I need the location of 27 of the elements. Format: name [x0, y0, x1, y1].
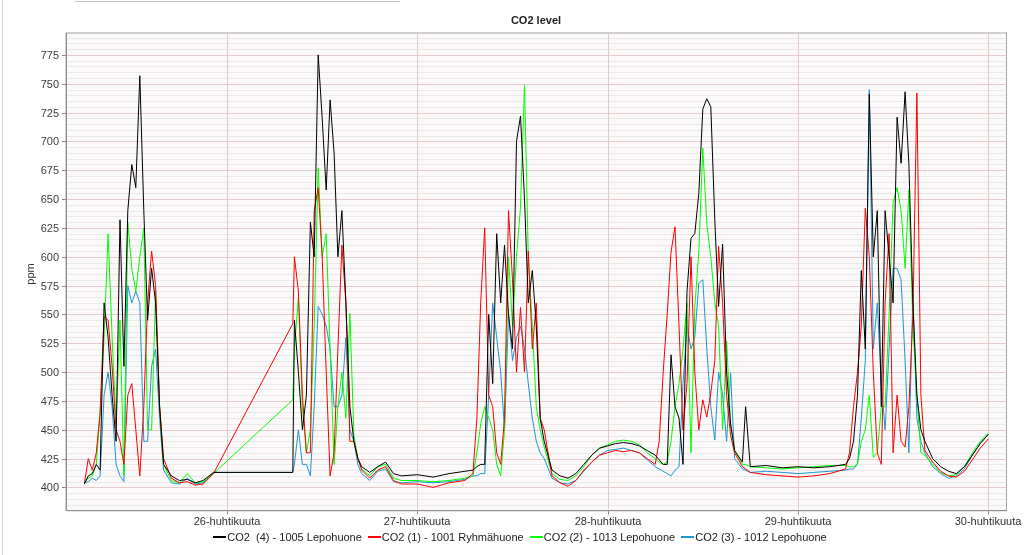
legend-label: CO2 (4) - 1005 Lepohuone [227, 530, 362, 544]
x-tick-label: 26-huhtikuuta [193, 514, 261, 526]
y-tick-label: 725 [40, 107, 59, 119]
y-tick-label: 650 [40, 193, 59, 205]
y-tick-label: 575 [40, 280, 59, 292]
y-tick-label: 550 [40, 308, 59, 320]
legend-label: CO2 (1) - 1001 Ryhmähuone [381, 530, 524, 544]
y-tick-label: 750 [40, 78, 59, 90]
y-tick-label: 675 [40, 164, 59, 176]
y-tick-label: 600 [40, 251, 59, 263]
x-tick-label: 29-huhtikuuta [764, 514, 832, 526]
y-tick-label: 425 [40, 453, 59, 465]
y-tick-label: 475 [40, 395, 59, 407]
y-tick-label: 400 [40, 481, 59, 493]
x-tick-label: 30-huhtikuuta [954, 514, 1022, 526]
y-tick-label: 500 [40, 366, 59, 378]
y-tick-label: 525 [40, 337, 59, 349]
legend-label: CO2 (3) - 1012 Lepohuone [695, 530, 827, 544]
legend-label: CO2 (2) - 1013 Lepohuone [543, 530, 676, 544]
x-tick-label: 28-huhtikuuta [574, 514, 642, 526]
chart-title: CO2 level [510, 13, 562, 27]
y-tick-label: 700 [40, 135, 59, 147]
x-tick-label: 27-huhtikuuta [383, 514, 451, 526]
y-tick-label: 450 [40, 424, 59, 436]
axis-title: ppm [24, 263, 36, 285]
y-tick-label: 775 [40, 49, 59, 61]
y-tick-label: 625 [40, 222, 59, 234]
